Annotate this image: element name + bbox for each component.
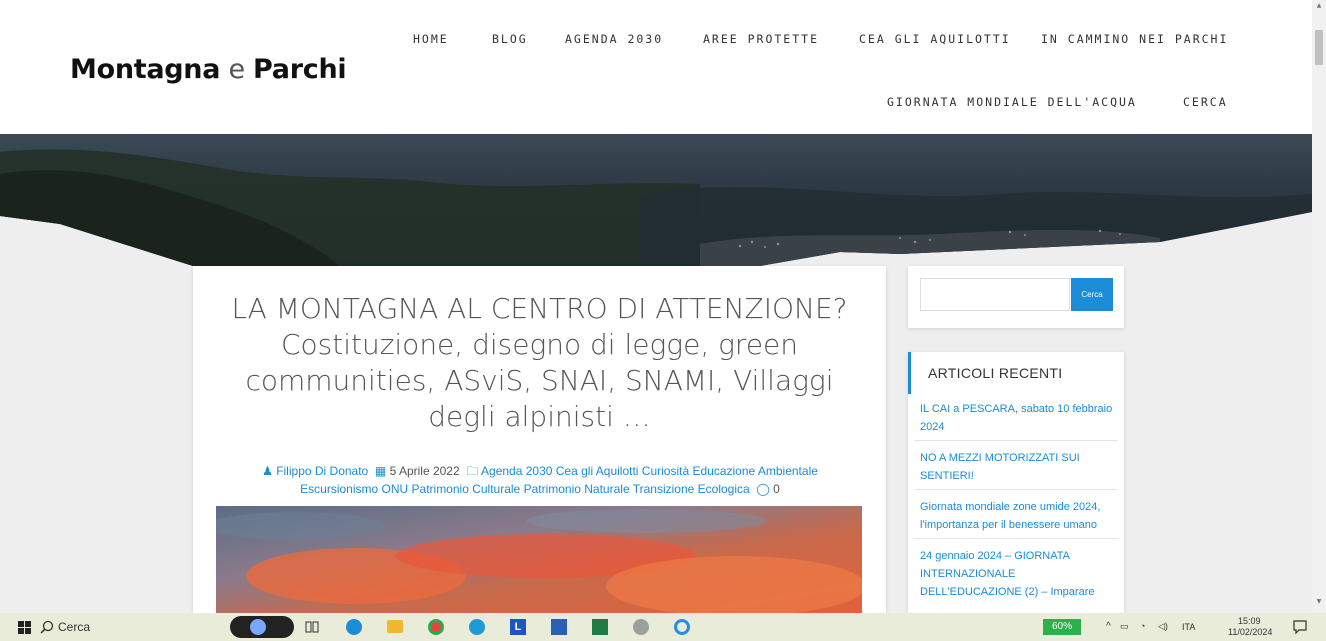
article-categories-line2[interactable]: Escursionismo ONU Patrimonio Culturale P… [300,482,750,496]
article-date: 5 Aprile 2022 [389,464,460,478]
wifi-icon[interactable]: ◔ [1140,621,1145,631]
edge-browser-icon[interactable] [346,619,362,635]
article-categories-line1[interactable]: Agenda 2030 Cea gli Aquilotti Curiosità … [481,464,818,478]
sync-app-icon[interactable] [674,619,690,635]
excel-icon[interactable] [592,619,608,635]
recent-posts-title: ARTICOLI RECENTI [908,352,1124,394]
windows-taskbar: Cerca L 60% ^ ▭ ◔ ◁) ITA 15:09 11/02/202… [0,613,1326,641]
divider [914,440,1118,441]
article-meta: ♟ Filippo Di Donato ▦ 5 Aprile 2022 🗀 Ag… [215,462,865,498]
author-icon: ♟ [262,464,273,478]
chevron-up-icon[interactable]: ^ [1106,621,1111,632]
article-author[interactable]: Filippo Di Donato [276,464,368,478]
comment-icon: ◯ [756,482,770,496]
app-l-icon[interactable]: L [510,619,526,635]
file-explorer-icon[interactable] [387,620,403,633]
site-header: Montagna e Parchi HOME BLOG AGENDA 2030 … [0,0,1312,134]
main-nav: HOME BLOG AGENDA 2030 AREE PROTETTE CEA … [0,0,1312,134]
nav-home[interactable]: HOME [413,32,449,46]
article-hero-image[interactable] [216,506,862,613]
telegram-icon[interactable] [469,619,485,635]
network-icon[interactable]: ▭ [1120,621,1129,632]
search-icon[interactable] [40,620,54,640]
clock-date[interactable]: 11/02/2024 [1228,627,1272,637]
word-icon[interactable] [551,619,567,635]
article-card: LA MONTAGNA AL CENTRO DI ATTENZIONE? Cos… [193,266,886,613]
divider [914,538,1118,539]
recent-post-item[interactable]: IL CAI a PESCARA, sabato 10 febbraio 202… [920,400,1116,436]
scroll-thumb[interactable] [1315,30,1323,65]
recent-post-item[interactable]: Giornata mondiale zone umide 2024, l'imp… [920,498,1116,534]
task-view-icon[interactable] [305,620,319,640]
language-indicator[interactable]: ITA [1182,622,1195,632]
chrome-icon[interactable] [428,619,444,635]
nav-giornata-mondiale-acqua[interactable]: GIORNATA MONDIALE DELL'ACQUA [887,95,1137,109]
page-scrollbar[interactable]: ▲ ▼ [1312,0,1326,613]
battery-indicator[interactable]: 60% [1043,619,1081,635]
divider [914,489,1118,490]
article-title[interactable]: LA MONTAGNA AL CENTRO DI ATTENZIONE? Cos… [213,291,866,435]
scroll-up-arrow-icon[interactable]: ▲ [1315,2,1323,9]
nav-cea-gli-aquilotti[interactable]: CEA GLI AQUILOTTI [859,32,1011,46]
calendar-icon: ▦ [374,464,387,478]
recent-post-item[interactable]: NO A MEZZI MOTORIZZATI SUI SENTIERI! [920,449,1116,485]
nav-agenda-2030[interactable]: AGENDA 2030 [565,32,663,46]
nav-blog[interactable]: BLOG [492,32,528,46]
recent-posts-widget: ARTICOLI RECENTI IL CAI a PESCARA, sabat… [908,352,1124,613]
copilot-pill-icon[interactable] [230,616,294,638]
comment-count[interactable]: 0 [773,482,780,496]
scroll-down-arrow-icon[interactable]: ▼ [1315,598,1323,605]
nav-cerca[interactable]: CERCA [1183,95,1228,109]
volume-icon[interactable]: ◁) [1158,621,1168,632]
taskbar-search-label[interactable]: Cerca [58,620,90,634]
windows-start-icon[interactable] [18,621,31,641]
whatsapp-icon[interactable] [633,619,649,635]
recent-post-item[interactable]: 24 gennaio 2024 – GIORNATA INTERNAZIONAL… [920,547,1116,601]
sidebar-search-button[interactable]: Cerca [1071,278,1113,311]
notifications-icon[interactable] [1293,620,1307,640]
folder-icon: 🗀 [466,464,479,478]
sidebar-search-widget: Cerca [908,266,1124,328]
nav-aree-protette[interactable]: AREE PROTETTE [703,32,819,46]
nav-in-cammino-nei-parchi[interactable]: IN CAMMINO NEI PARCHI [1041,32,1228,46]
clock-time[interactable]: 15:09 [1238,616,1261,626]
sidebar-search-input[interactable] [920,278,1070,311]
